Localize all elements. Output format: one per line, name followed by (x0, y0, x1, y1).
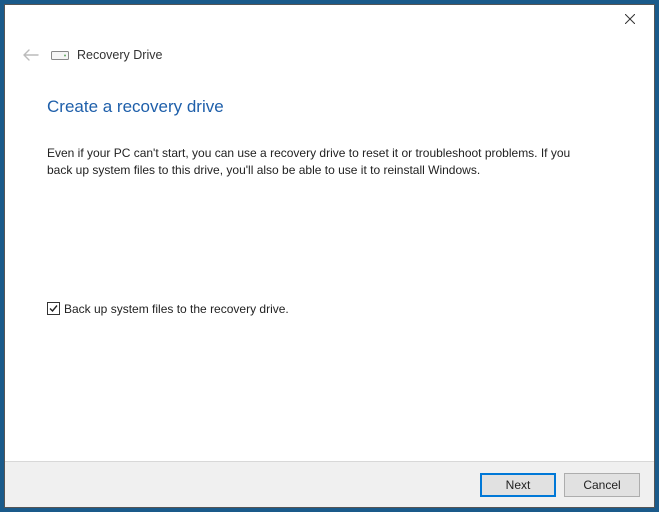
titlebar (5, 5, 654, 33)
backup-checkbox[interactable] (47, 302, 60, 315)
next-button[interactable]: Next (480, 473, 556, 497)
content-area: Create a recovery drive Even if your PC … (5, 65, 654, 316)
backup-checkbox-row[interactable]: Back up system files to the recovery dri… (47, 302, 612, 316)
backup-checkbox-label: Back up system files to the recovery dri… (64, 302, 289, 316)
drive-icon (51, 49, 67, 61)
page-heading: Create a recovery drive (47, 97, 612, 117)
wizard-title: Recovery Drive (77, 48, 162, 62)
footer-bar: Next Cancel (5, 461, 654, 507)
header-row: Recovery Drive (5, 33, 654, 65)
close-button[interactable] (610, 7, 650, 31)
cancel-button[interactable]: Cancel (564, 473, 640, 497)
recovery-drive-wizard: Recovery Drive Create a recovery drive E… (4, 4, 655, 508)
back-arrow-icon[interactable] (21, 45, 41, 65)
description-text: Even if your PC can't start, you can use… (47, 145, 597, 180)
